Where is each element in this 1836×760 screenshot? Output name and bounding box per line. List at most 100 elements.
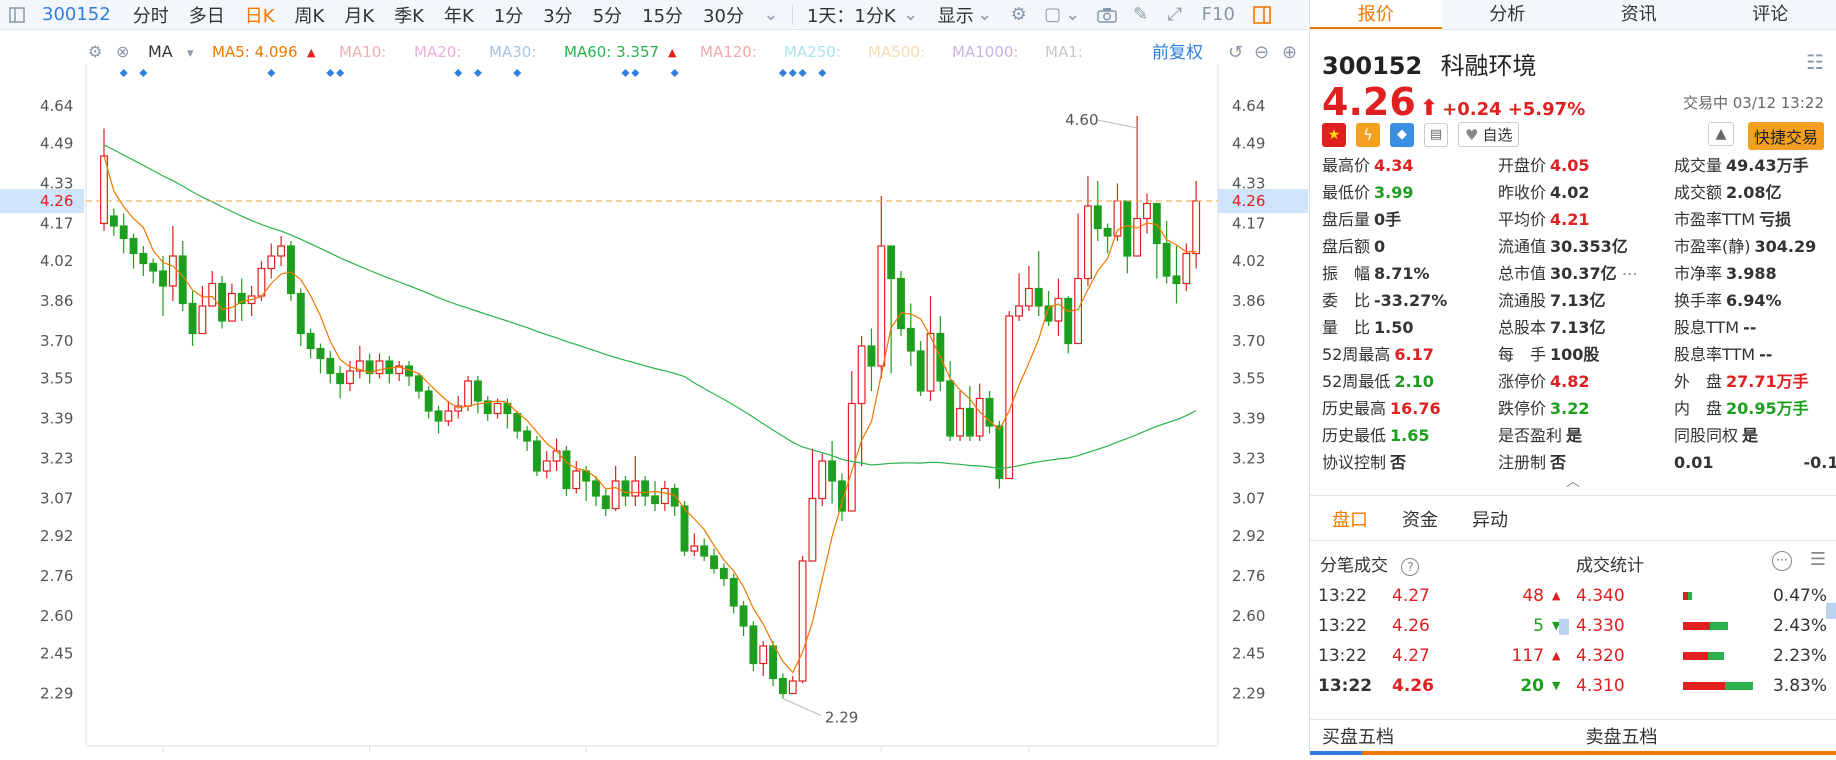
camera-icon[interactable] [1096, 4, 1118, 26]
sidebar-toggle-icon[interactable] [6, 4, 28, 26]
close-icon[interactable]: ⊗ [116, 42, 129, 61]
stats-list[interactable]: 4.3400.47%4.3302.43%4.3202.23%4.3103.83% [1572, 581, 1827, 691]
quote-field-value: -- [1743, 318, 1756, 337]
y-tick-left: 3.39 [40, 410, 73, 428]
settings-icon[interactable]: ⚙ [1008, 4, 1030, 26]
stat-bar [1683, 622, 1769, 630]
ask-five-tab[interactable]: 卖盘五档 [1574, 720, 1836, 755]
event-marker[interactable] [779, 69, 787, 77]
event-marker[interactable] [818, 69, 826, 77]
ma-item-0[interactable]: MA5: 4.096 [212, 43, 298, 61]
period-tab-2[interactable]: 日K [235, 2, 285, 28]
quote-field: 涨停价4.82 [1498, 370, 1674, 394]
quote-field: 市盈率TTM亏损 [1674, 208, 1836, 232]
event-marker[interactable] [336, 69, 344, 77]
period-tab-0[interactable]: 分时 [123, 2, 179, 28]
stats-scrollbar[interactable] [1826, 603, 1836, 619]
trades-scrollbar[interactable] [1559, 619, 1569, 635]
trade-time: 13:22 [1318, 581, 1392, 611]
y-tick-right: 4.02 [1232, 252, 1265, 270]
event-marker[interactable] [474, 69, 482, 77]
candle-body [1134, 219, 1141, 257]
ma-item-9[interactable]: MA1: [1045, 43, 1083, 61]
event-marker[interactable] [789, 69, 797, 77]
period-tab-8[interactable]: 3分 [533, 2, 582, 28]
panel-toggle-icon[interactable] [1251, 4, 1273, 26]
f10-button[interactable]: F10 [1192, 4, 1245, 25]
bookmark-icon[interactable]: ▤ [1424, 123, 1448, 147]
event-marker[interactable] [139, 69, 147, 77]
more-circle-icon[interactable]: ⋯ [1617, 264, 1638, 283]
quick-trade-button[interactable]: 快捷交易 [1748, 122, 1824, 150]
ma-item-8[interactable]: MA1000: [952, 43, 1018, 61]
candle-body [858, 346, 865, 404]
ma-item-4[interactable]: MA60: 3.357 [564, 43, 659, 61]
candle-body [691, 546, 698, 551]
chevron-down-icon[interactable]: ⌄ [760, 4, 782, 26]
ma-item-7[interactable]: MA500: [868, 43, 925, 61]
settings-icon[interactable]: ⚙ [88, 42, 102, 61]
zoom-in-icon[interactable]: ⊕ [1282, 42, 1297, 63]
event-marker[interactable] [454, 69, 462, 77]
ma-item-2[interactable]: MA20: [414, 43, 461, 61]
period-tab-9[interactable]: 5分 [583, 2, 632, 28]
bid-five-tab[interactable]: 买盘五档 [1310, 720, 1574, 755]
period-tab-1[interactable]: 多日 [179, 2, 235, 28]
period-select[interactable]: 1天：1分K [797, 2, 906, 28]
tab-news[interactable]: 资讯 [1573, 0, 1705, 29]
event-marker[interactable] [120, 69, 128, 77]
zoom-out-icon[interactable]: ⊖ [1254, 42, 1269, 63]
candle-body [494, 404, 501, 414]
chevron-down-icon[interactable]: ⌄ [974, 4, 996, 26]
ma-item-1[interactable]: MA10: [339, 43, 386, 61]
square-icon[interactable]: ▢ [1042, 4, 1064, 26]
ma-item-6[interactable]: MA250: [784, 43, 841, 61]
event-marker[interactable] [631, 69, 639, 77]
y-tick-right: 2.29 [1232, 685, 1265, 703]
ma-label[interactable]: MA [148, 42, 173, 61]
more-icon[interactable]: ··· [1772, 551, 1792, 571]
subtab-1[interactable]: 资金 [1402, 506, 1438, 530]
quote-field: 历史最低1.65 [1322, 424, 1498, 448]
collapse-icon[interactable]: ︿ [1310, 475, 1836, 489]
event-marker[interactable] [326, 69, 334, 77]
list-icon[interactable]: ☰ [1810, 549, 1826, 570]
quote-field: 市净率3.988 [1674, 262, 1836, 286]
event-marker[interactable] [799, 69, 807, 77]
tab-analysis[interactable]: 分析 [1442, 0, 1574, 29]
fullscreen-icon[interactable]: ⤢ [1164, 4, 1186, 26]
event-marker[interactable] [267, 69, 275, 77]
chevron-down-icon[interactable]: ▾ [187, 46, 194, 61]
tab-comments[interactable]: 评论 [1705, 0, 1836, 29]
kline-chart[interactable]: ⚙⊗MA▾MA5: 4.096▲MA10:MA20:MA30:MA60: 3.3… [0, 31, 1308, 755]
chevron-down-icon[interactable]: ⌄ [900, 4, 922, 26]
candle-body [1075, 279, 1082, 344]
chevron-down-icon[interactable]: ⌄ [1062, 4, 1084, 26]
help-icon[interactable]: ? [1401, 558, 1419, 576]
adjust-button[interactable]: 前复权 [1152, 43, 1203, 63]
display-menu[interactable]: 显示 [928, 2, 974, 28]
period-tab-7[interactable]: 1分 [484, 2, 533, 28]
bell-icon[interactable]: ▲ [1708, 122, 1734, 146]
subtab-0[interactable]: 盘口 [1332, 506, 1368, 530]
ma-item-3[interactable]: MA30: [489, 43, 536, 61]
event-marker[interactable] [513, 69, 521, 77]
period-tab-5[interactable]: 季K [384, 2, 434, 28]
subtab-2[interactable]: 异动 [1472, 506, 1508, 530]
event-marker[interactable] [621, 69, 629, 77]
period-tab-3[interactable]: 周K [285, 2, 335, 28]
quote-field: 市盈率(静)304.29 [1674, 235, 1836, 259]
watchlist-button[interactable]: ♥ 自选 [1458, 122, 1519, 147]
trades-list[interactable]: 13:224.2748▲13:224.265▼13:224.27117▲13:2… [1310, 581, 1570, 691]
period-tab-6[interactable]: 年K [434, 2, 484, 28]
pencil-icon[interactable]: ✎ [1130, 4, 1152, 26]
tab-quote[interactable]: 报价 [1310, 0, 1442, 29]
undo-icon[interactable]: ↺ [1228, 42, 1243, 63]
menu-icon[interactable]: ☷ [1806, 50, 1824, 74]
event-marker[interactable] [671, 69, 679, 77]
ma-item-5[interactable]: MA120: [700, 43, 757, 61]
triangle-down-icon: ▼ [1552, 671, 1560, 691]
period-tab-11[interactable]: 30分 [693, 2, 754, 28]
period-tab-10[interactable]: 15分 [632, 2, 693, 28]
period-tab-4[interactable]: 月K [334, 2, 384, 28]
